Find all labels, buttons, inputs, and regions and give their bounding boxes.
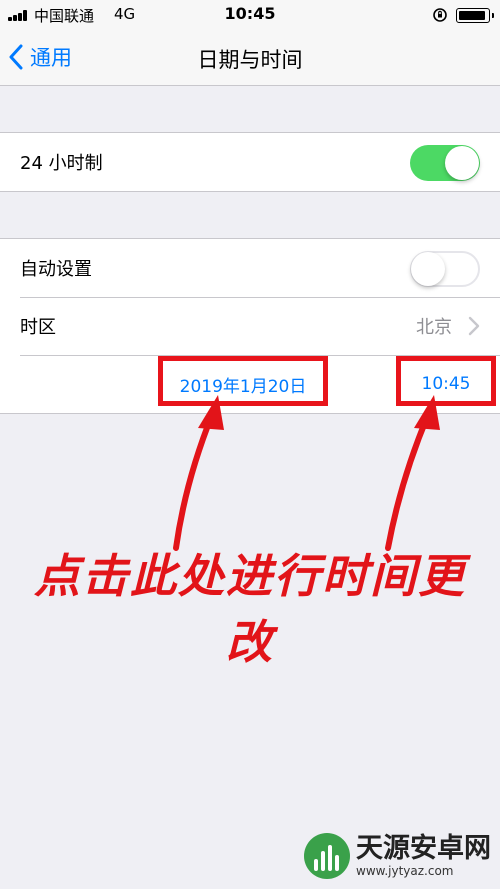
row-auto-set-label: 自动设置: [20, 259, 92, 280]
navigation-bar: 通用 日期与时间: [0, 30, 500, 86]
row-24-hour: 24 小时制: [0, 133, 500, 191]
rotation-lock-icon: [433, 8, 447, 22]
annotation-text: 点击此处进行时间更改: [34, 549, 466, 669]
watermark-logo-icon: [304, 833, 350, 879]
battery-icon: [456, 8, 494, 23]
status-bar: 中国联通 4G 10:45: [0, 0, 500, 30]
row-timezone[interactable]: 时区 北京: [0, 297, 500, 355]
row-24-hour-label: 24 小时制: [20, 153, 103, 174]
battery-level: [459, 11, 486, 20]
date-highlight-box: [158, 356, 328, 406]
time-highlight-box: [396, 356, 496, 406]
status-clock: 10:45: [224, 4, 276, 23]
arrow-to-date: [173, 395, 224, 551]
settings-group-format: 24 小时制: [0, 132, 500, 192]
chevron-right-icon: [468, 316, 480, 336]
watermark-url: www.jytyaz.com: [356, 864, 454, 878]
toggle-24-hour[interactable]: [410, 145, 480, 181]
row-timezone-label: 时区: [20, 317, 56, 338]
watermark-name: 天源安卓网: [356, 833, 491, 864]
toggle-auto-set[interactable]: [410, 251, 480, 287]
timezone-value: 北京: [416, 317, 452, 338]
arrow-to-time: [385, 395, 440, 551]
watermark: 天源安卓网 www.jytyaz.com: [304, 828, 500, 884]
row-auto-set: 自动设置: [0, 239, 500, 297]
page-title: 日期与时间: [197, 48, 303, 72]
